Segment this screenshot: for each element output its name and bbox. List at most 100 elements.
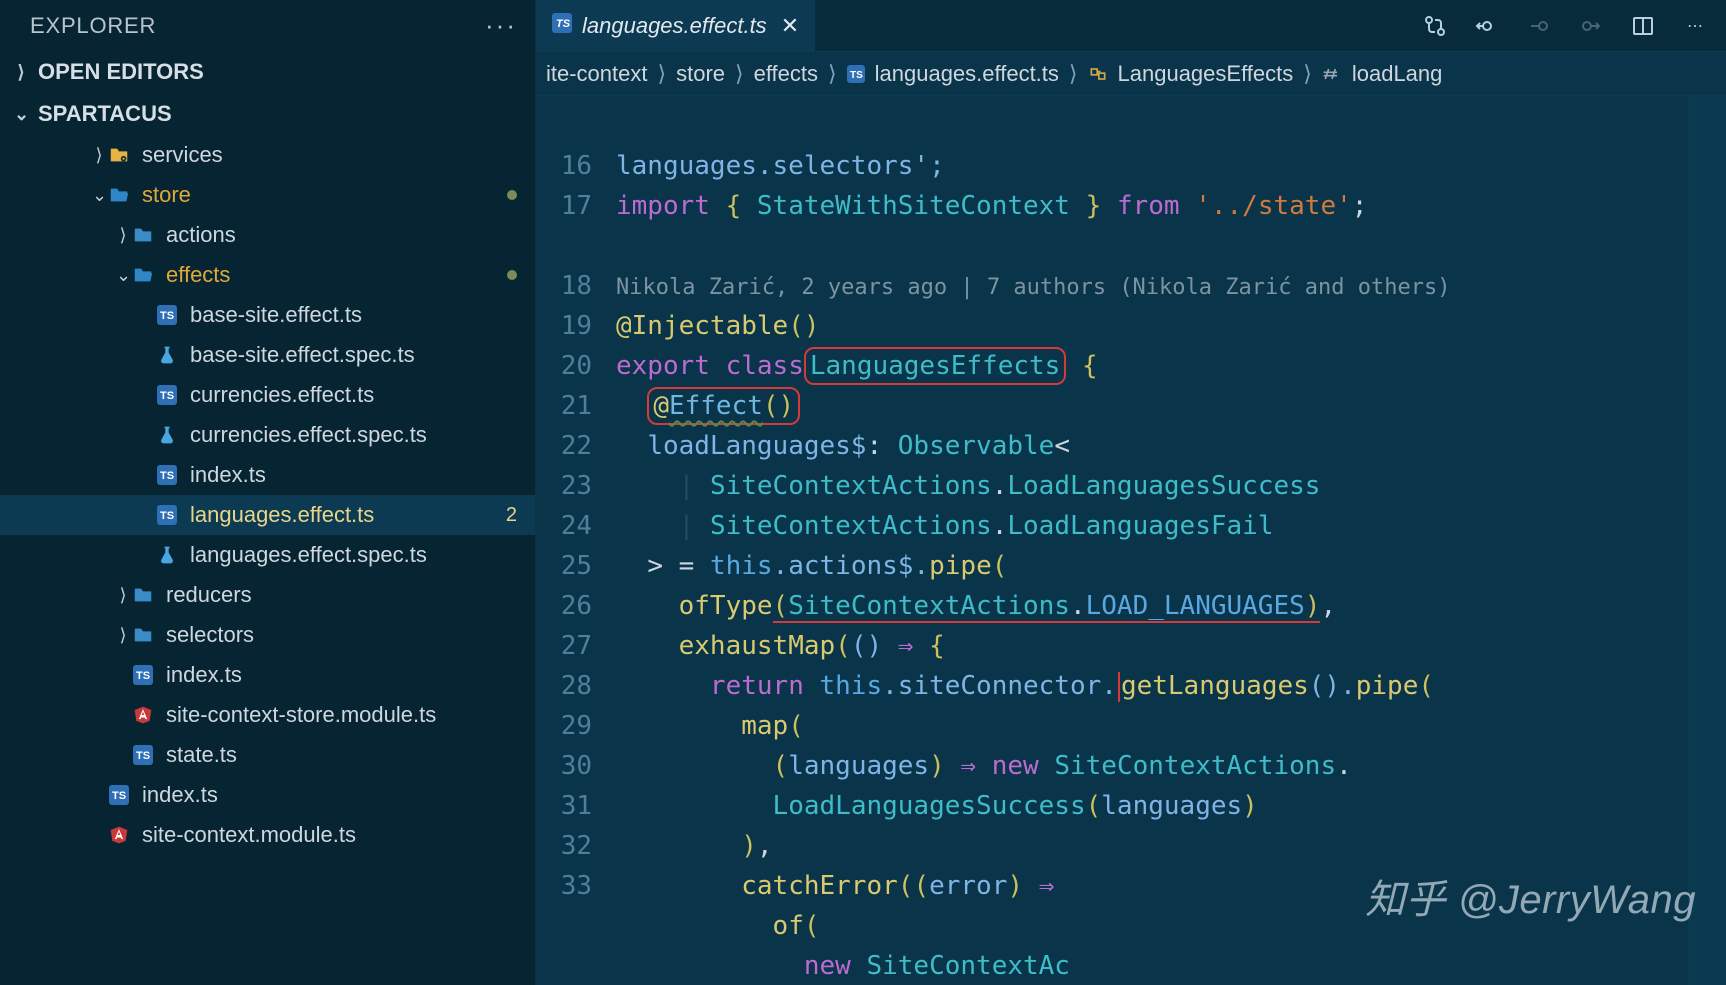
- explorer-title: EXPLORER: [30, 13, 156, 39]
- folder-icon: [130, 584, 156, 606]
- ts-icon: TS: [154, 465, 180, 485]
- text-cursor: [1118, 672, 1120, 702]
- chevron-down-icon: ⌄: [14, 104, 28, 125]
- file-languages.effect.spec.ts[interactable]: languages.effect.spec.ts: [0, 535, 535, 575]
- tree-item-label: selectors: [166, 622, 254, 648]
- file-languages.effect.ts[interactable]: TS languages.effect.ts 2: [0, 495, 535, 535]
- chevron-right-icon: ⟩: [1303, 61, 1312, 87]
- svg-text:TS: TS: [556, 18, 571, 30]
- ts-icon: TS: [154, 505, 180, 525]
- class-icon: [1088, 64, 1108, 84]
- ts-icon: TS: [106, 785, 132, 805]
- code-lens[interactable]: Nikola Zarić, 2 years ago | 7 authors (N…: [616, 275, 1450, 300]
- chevron-right-icon: ⟩: [116, 585, 130, 606]
- folder-selectors[interactable]: ⟩ selectors: [0, 615, 535, 655]
- breadcrumb[interactable]: ite-context ⟩ store ⟩ effects ⟩ TS langu…: [536, 52, 1726, 96]
- tree-item-label: base-site.effect.spec.ts: [190, 342, 415, 368]
- editor-title-actions: ⋯: [1422, 13, 1726, 39]
- ang-icon: [130, 705, 156, 725]
- minimap[interactable]: [1688, 96, 1726, 985]
- crumb-method[interactable]: loadLang: [1352, 61, 1443, 87]
- svg-text:TS: TS: [850, 70, 863, 81]
- file-index.ts[interactable]: TS index.ts: [0, 655, 535, 695]
- tree-item-label: index.ts: [166, 662, 242, 688]
- nav-next-icon[interactable]: [1578, 13, 1604, 39]
- svg-text:TS: TS: [160, 470, 174, 482]
- folder-icon: [130, 624, 156, 646]
- folder-open-icon: [130, 264, 156, 286]
- tree-item-label: base-site.effect.ts: [190, 302, 362, 328]
- nav-prev-icon[interactable]: [1526, 13, 1552, 39]
- file-site-context.module.ts[interactable]: site-context.module.ts: [0, 815, 535, 855]
- tab-filename: languages.effect.ts: [582, 13, 767, 39]
- code-content[interactable]: languages.selectors'; import { StateWith…: [606, 96, 1688, 985]
- tree-item-label: effects: [166, 262, 230, 288]
- folder-open-icon: [106, 184, 132, 206]
- crumb-file[interactable]: languages.effect.ts: [875, 61, 1059, 87]
- file-index.ts[interactable]: TSindex.ts: [0, 455, 535, 495]
- folder-store[interactable]: ⌄store: [0, 175, 535, 215]
- problems-badge: 2: [506, 504, 517, 527]
- tree-item-label: store: [142, 182, 191, 208]
- tree-item-label: index.ts: [142, 782, 218, 808]
- svg-text:TS: TS: [136, 670, 150, 682]
- flask-icon: [154, 545, 180, 565]
- chevron-right-icon: ⟩: [116, 625, 130, 646]
- tree-item-label: languages.effect.spec.ts: [190, 542, 427, 568]
- explorer-more-icon[interactable]: ···: [485, 10, 517, 41]
- workspace-label: SPARTACUS: [38, 101, 172, 127]
- method-icon: [1322, 64, 1342, 84]
- open-editors-section[interactable]: ⟩ OPEN EDITORS: [0, 51, 535, 93]
- folder-icon: [130, 224, 156, 246]
- tree-item-label: services: [142, 142, 223, 168]
- line-gutter: 16 17 18 19 20 21 22 23 24 25 26 27 28 2…: [536, 96, 606, 985]
- workspace-section[interactable]: ⌄ SPARTACUS: [0, 93, 535, 135]
- ts-icon: TS: [154, 385, 180, 405]
- svg-text:TS: TS: [160, 390, 174, 402]
- svg-text:TS: TS: [160, 510, 174, 522]
- folder-actions[interactable]: ⟩ actions: [0, 215, 535, 255]
- more-actions-icon[interactable]: ⋯: [1682, 13, 1708, 39]
- crumb-class[interactable]: LanguagesEffects: [1118, 61, 1294, 87]
- ts-icon: TS: [130, 665, 156, 685]
- crumb-1[interactable]: store: [676, 61, 725, 87]
- folder-effects[interactable]: ⌄ effects: [0, 255, 535, 295]
- crumb-2[interactable]: effects: [754, 61, 818, 87]
- file-currencies.effect.spec.ts[interactable]: currencies.effect.spec.ts: [0, 415, 535, 455]
- crumb-0[interactable]: ite-context: [546, 61, 648, 87]
- tab-close-icon[interactable]: ✕: [781, 13, 799, 39]
- file-base-site.effect.ts[interactable]: TS base-site.effect.ts: [0, 295, 535, 335]
- ts-icon: TS: [847, 65, 865, 83]
- file-currencies.effect.ts[interactable]: TS currencies.effect.ts: [0, 375, 535, 415]
- file-state.ts[interactable]: TS state.ts: [0, 735, 535, 775]
- editor-area: TS languages.effect.ts ✕ ⋯ ite-context ⟩…: [536, 0, 1726, 985]
- flask-icon: [154, 345, 180, 365]
- split-editor-icon[interactable]: [1630, 13, 1656, 39]
- code-editor[interactable]: 16 17 18 19 20 21 22 23 24 25 26 27 28 2…: [536, 96, 1726, 985]
- tree-item-label: actions: [166, 222, 236, 248]
- file-base-site.effect.spec.ts[interactable]: base-site.effect.spec.ts: [0, 335, 535, 375]
- ts-icon: TS: [154, 305, 180, 325]
- modified-indicator: [507, 190, 517, 200]
- ts-icon: TS: [130, 745, 156, 765]
- svg-text:TS: TS: [160, 310, 174, 322]
- chevron-right-icon: ⟩: [116, 225, 130, 246]
- tab-languages-effect[interactable]: TS languages.effect.ts ✕: [536, 0, 815, 51]
- tree-item-label: languages.effect.ts: [190, 502, 374, 528]
- nav-back-icon[interactable]: [1474, 13, 1500, 39]
- folder-reducers[interactable]: ⟩ reducers: [0, 575, 535, 615]
- explorer-header: EXPLORER ···: [0, 0, 535, 51]
- git-compare-icon[interactable]: [1422, 13, 1448, 39]
- file-site-context-store.module.ts[interactable]: site-context-store.module.ts: [0, 695, 535, 735]
- tree-item-label: state.ts: [166, 742, 237, 768]
- chevron-down-icon: ⌄: [116, 265, 130, 286]
- folder-services[interactable]: ⟩services: [0, 135, 535, 175]
- file-index.ts[interactable]: TS index.ts: [0, 775, 535, 815]
- tree-item-label: currencies.effect.ts: [190, 382, 374, 408]
- folder-gear-icon: [106, 144, 132, 166]
- tree-item-label: site-context-store.module.ts: [166, 702, 436, 728]
- ts-icon: TS: [552, 13, 572, 39]
- file-tree: ⟩services⌄store⟩actions⌄effects TSbase-s…: [0, 135, 535, 985]
- tree-item-label: reducers: [166, 582, 252, 608]
- svg-text:TS: TS: [136, 750, 150, 762]
